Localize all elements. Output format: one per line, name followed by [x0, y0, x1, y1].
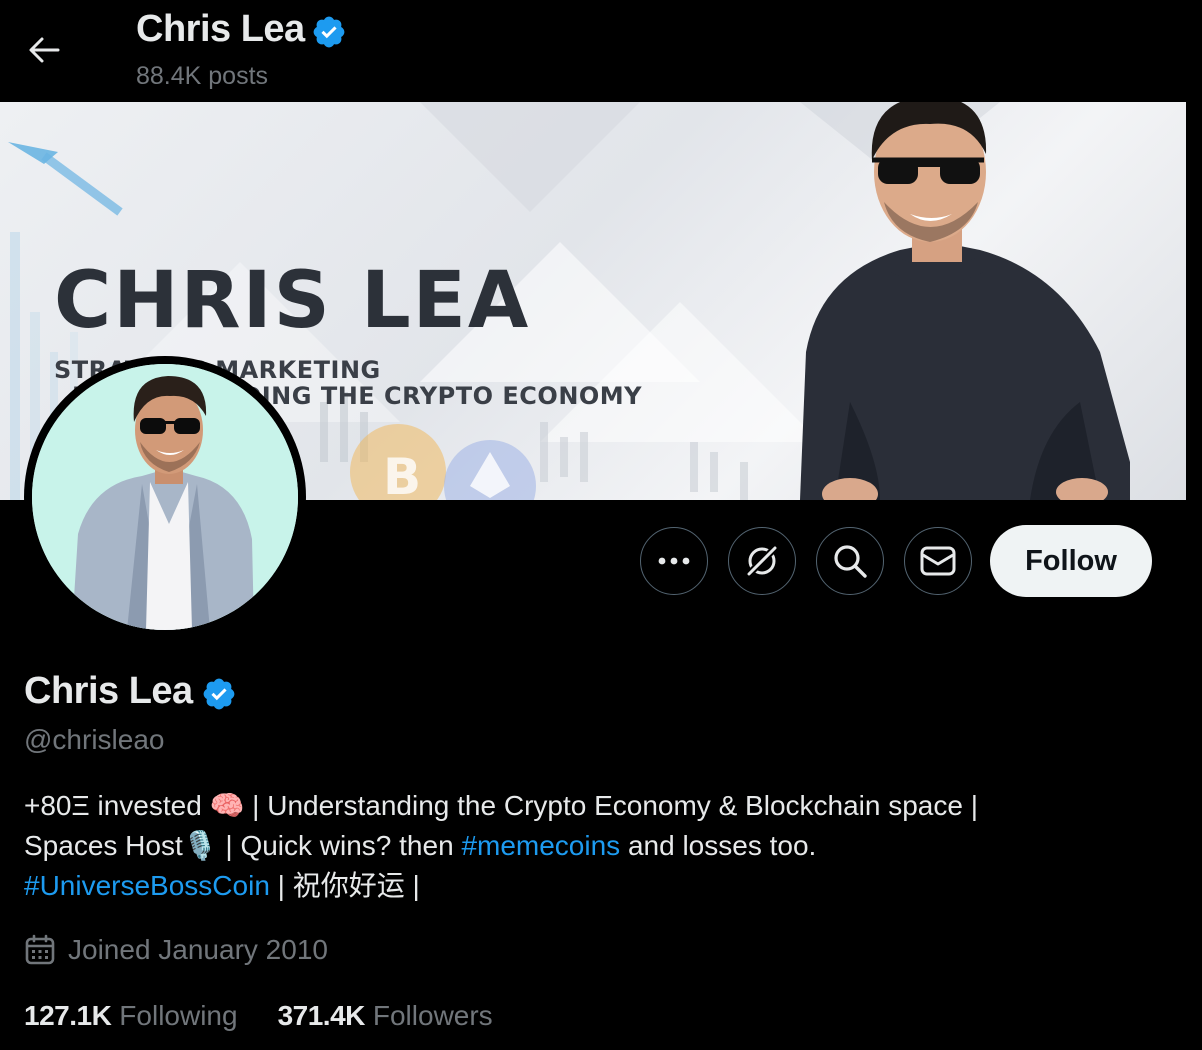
verified-badge-icon — [311, 14, 347, 50]
envelope-icon — [920, 546, 956, 576]
avatar[interactable] — [24, 356, 306, 638]
follow-stats: 127.1K Following 371.4K Followers — [24, 1000, 533, 1032]
more-icon — [658, 557, 690, 565]
arrow-left-icon — [29, 37, 60, 63]
bio-line-1: +80Ξ invested 🧠 | Understanding the Cryp… — [24, 790, 978, 821]
bio-line-3: #UniverseBossCoin | 祝你好运 | — [24, 866, 1154, 906]
following-label: Following — [119, 1000, 238, 1031]
grok-button[interactable] — [728, 527, 796, 595]
hashtag-universebosscoin-link[interactable]: #UniverseBossCoin — [24, 870, 270, 901]
follow-button[interactable]: Follow — [990, 525, 1152, 597]
header-title-row: Chris Lea — [136, 8, 347, 51]
bitcoin-coin-label: B — [383, 448, 421, 500]
back-button[interactable] — [20, 28, 68, 72]
following-link[interactable]: 127.1K Following — [24, 1000, 238, 1032]
verified-badge-icon[interactable] — [201, 676, 237, 712]
profile-page: Chris Lea 88.4K posts B CHRIS LEA MARKET… — [0, 0, 1202, 1050]
calendar-icon — [24, 934, 56, 966]
followers-link[interactable]: 371.4K Followers — [278, 1000, 493, 1032]
profile-handle: @chrisleao — [24, 724, 165, 755]
joined-text: Joined January 2010 — [68, 934, 328, 965]
grok-icon — [745, 544, 779, 578]
following-count: 127.1K — [24, 1000, 112, 1031]
bio-text: Spaces Host🎙️ | Quick wins? then — [24, 830, 462, 861]
profile-name: Chris Lea — [24, 670, 193, 712]
message-button[interactable] — [904, 527, 972, 595]
search-icon — [834, 545, 867, 578]
banner-headline: CHRIS LEA — [54, 256, 531, 346]
banner-person — [800, 102, 1130, 500]
bio-text: | 祝你好运 | — [269, 870, 420, 901]
avatar-image — [32, 364, 298, 630]
bio-line-2: Spaces Host🎙️ | Quick wins? then #memeco… — [24, 826, 1154, 866]
bio-text: and losses too. — [620, 830, 817, 861]
followers-label: Followers — [372, 1000, 493, 1031]
profile-actions: Follow — [640, 525, 1152, 597]
joined-date: Joined January 2010 — [24, 934, 328, 966]
header-title: Chris Lea — [136, 8, 305, 50]
scrollbar-track — [1186, 102, 1202, 1050]
hashtag-memecoins-link[interactable]: #memecoins — [461, 830, 620, 861]
profile-name-row: Chris Lea — [24, 670, 237, 713]
profile-bio: +80Ξ invested 🧠 | Understanding the Cryp… — [24, 786, 1154, 906]
followers-count: 371.4K — [277, 1000, 366, 1031]
posts-count: 88.4K posts — [136, 62, 269, 90]
top-bar: Chris Lea 88.4K posts — [0, 0, 1202, 102]
more-button[interactable] — [640, 527, 708, 595]
search-button[interactable] — [816, 527, 884, 595]
